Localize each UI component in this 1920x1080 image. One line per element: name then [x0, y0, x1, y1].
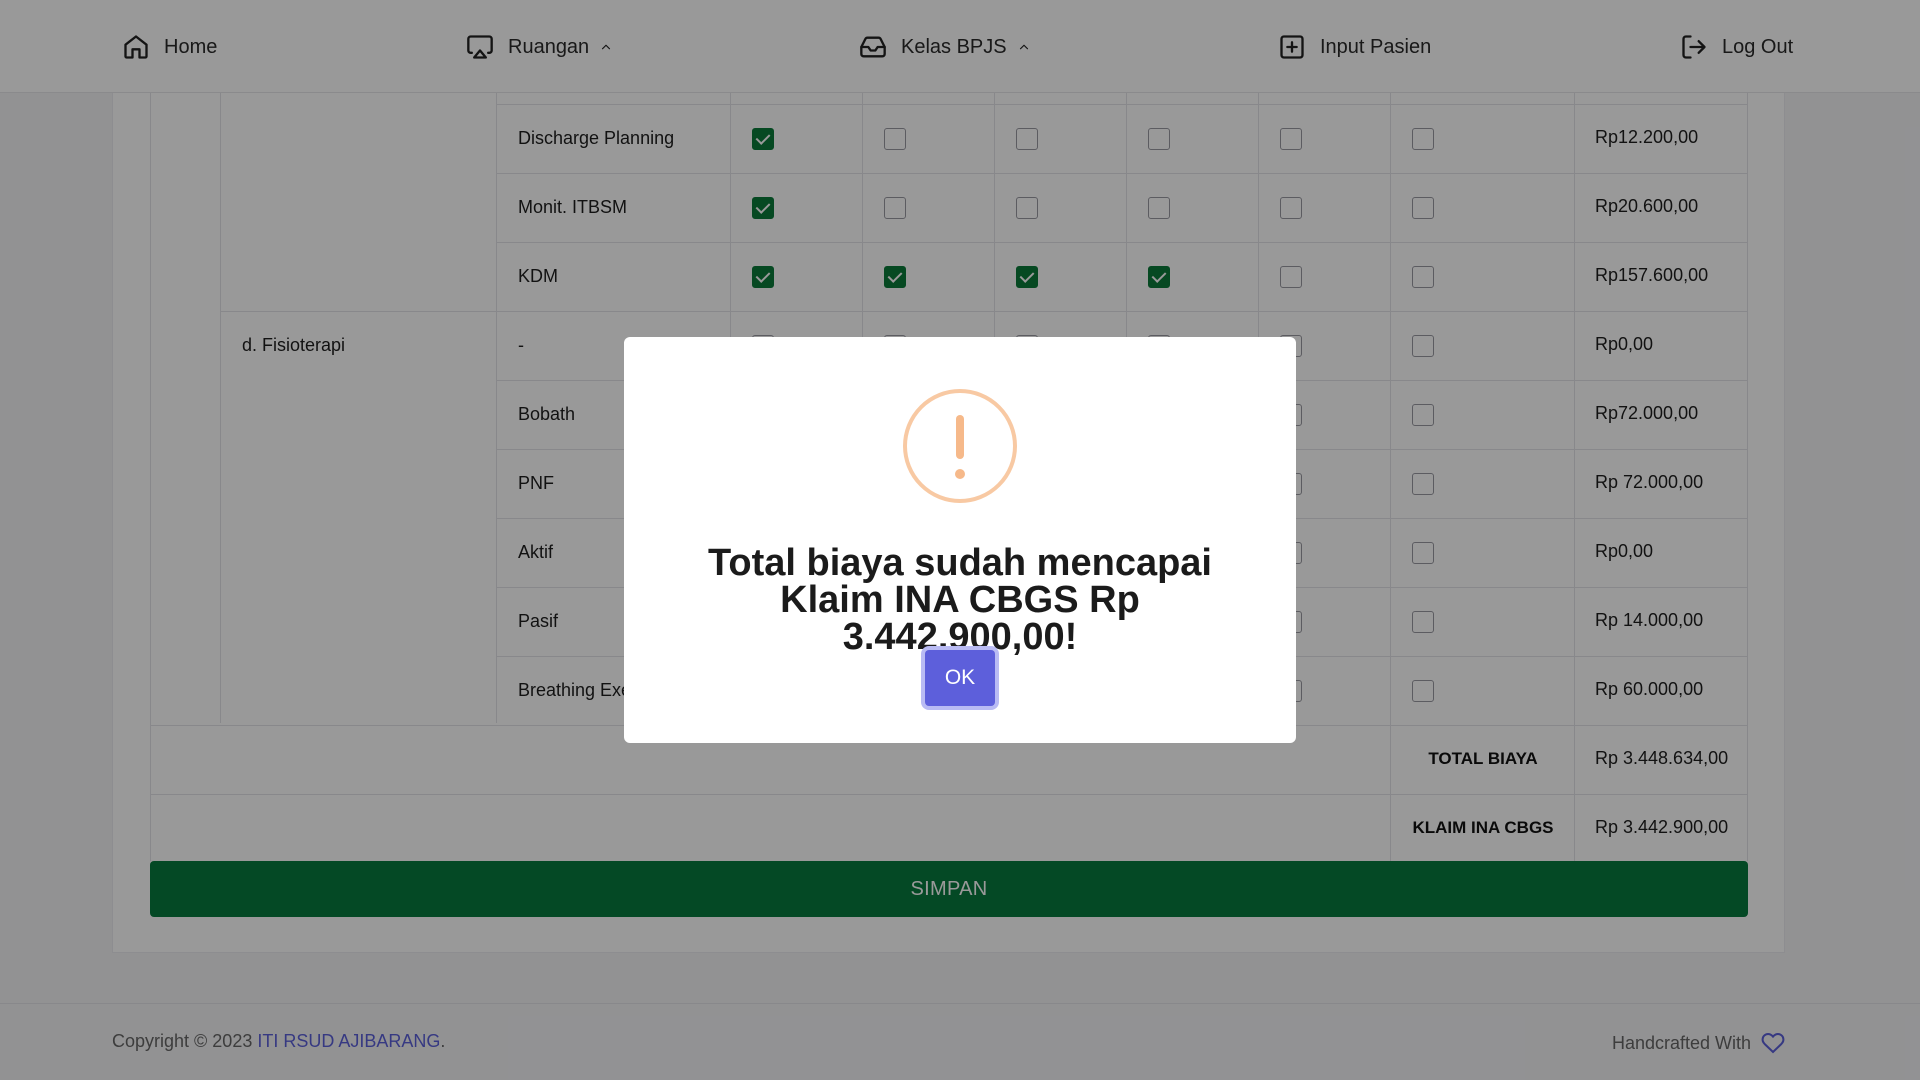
alert-message: Total biaya sudah mencapai Klaim INA CBG… [707, 542, 1212, 658]
alert-dialog: Total biaya sudah mencapai Klaim INA CBG… [624, 337, 1296, 743]
warning-icon [903, 389, 1017, 503]
ok-button[interactable]: OK [925, 650, 995, 706]
